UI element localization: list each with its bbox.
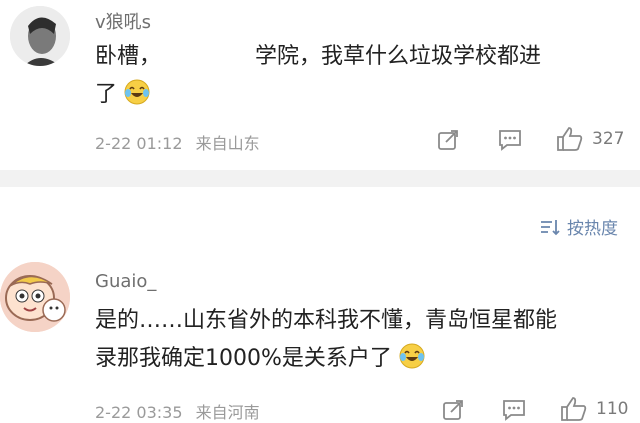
like-icon <box>561 397 587 421</box>
avatar-cartoon <box>0 262 70 332</box>
comment-meta: 2-22 01:12 来自山东 <box>95 130 260 154</box>
comment-text: 卧槽， 学院，我草什么垃圾学校都进 了 <box>95 38 635 114</box>
like-count: 327 <box>592 129 625 149</box>
redacted-region <box>161 41 256 63</box>
comment-timestamp: 2-22 03:35 <box>95 403 183 422</box>
laugh-cry-emoji-icon <box>124 79 150 105</box>
comment-text-part: 学院，我草什么垃圾学校都进 <box>255 44 542 69</box>
avatar-portrait <box>10 6 70 66</box>
share-icon[interactable] <box>441 398 465 422</box>
comment-username[interactable]: v狼吼s <box>95 8 151 34</box>
comment-text-part: 了 <box>95 82 118 107</box>
comment-username[interactable]: Guaio_ <box>95 271 156 292</box>
sort-by-hot-button[interactable]: 按热度 <box>539 214 618 239</box>
comment-icon[interactable] <box>497 128 523 152</box>
avatar[interactable] <box>10 6 70 66</box>
comment-timestamp: 2-22 01:12 <box>95 134 183 153</box>
comment-text-part: 录那我确定1000%是关系户了 <box>95 346 392 371</box>
like-count: 110 <box>596 399 629 419</box>
avatar[interactable] <box>0 262 70 332</box>
sort-label: 按热度 <box>567 219 618 239</box>
comment-location: 来自河南 <box>195 403 260 422</box>
comment-text-part: 是的……山东省外的本科我不懂，青岛恒星都能 <box>95 308 558 333</box>
comment-icon[interactable] <box>501 398 527 422</box>
like-button[interactable]: 327 <box>556 126 624 152</box>
share-icon[interactable] <box>436 128 460 152</box>
laugh-cry-emoji-icon <box>399 343 425 369</box>
comment-text: 是的……山东省外的本科我不懂，青岛恒星都能 录那我确定1000%是关系户了 <box>95 302 635 378</box>
comment-meta: 2-22 03:35 来自河南 <box>95 399 260 423</box>
section-divider <box>0 170 640 187</box>
sort-icon <box>541 219 560 235</box>
comment-location: 来自山东 <box>195 134 260 153</box>
like-icon <box>557 127 583 151</box>
like-button[interactable]: 110 <box>560 396 628 422</box>
comment-text-part: 卧槽， <box>95 44 162 69</box>
